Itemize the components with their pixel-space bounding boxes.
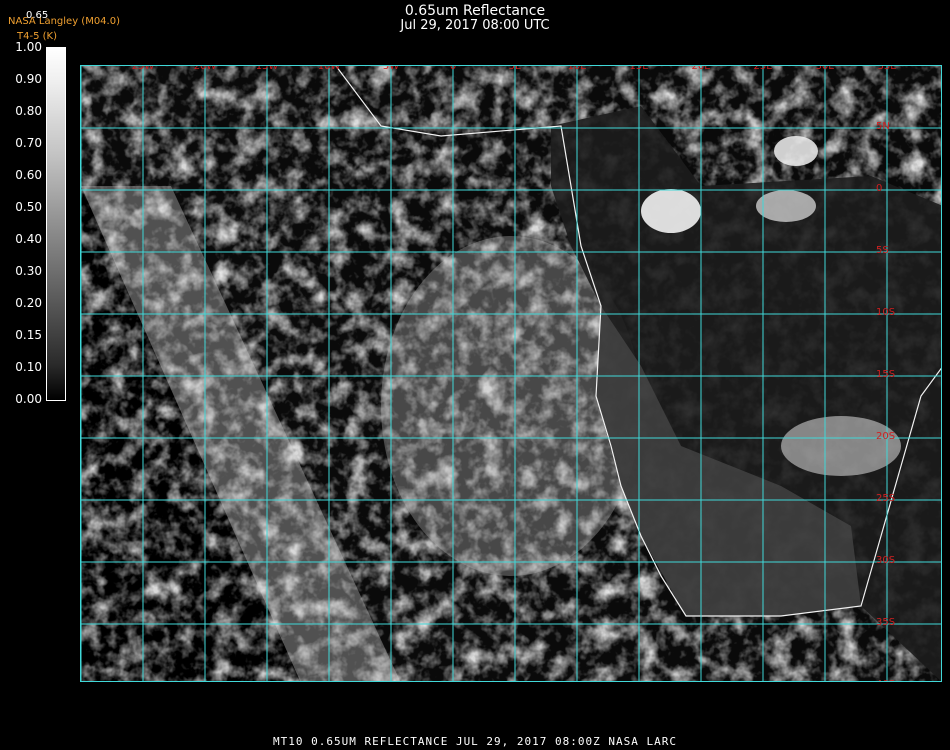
org-label: NASA Langley (M04.0) xyxy=(8,16,120,27)
colorbar-tick: 0.10 xyxy=(15,360,42,374)
colorbar-tick: 0.50 xyxy=(15,200,42,214)
longitude-label: 0 xyxy=(449,65,457,72)
longitude-label: 30E xyxy=(815,65,835,72)
longitude-label: 20W xyxy=(193,65,217,72)
longitude-label: 10E xyxy=(567,65,587,72)
colorbar-tick: 0.20 xyxy=(15,296,42,310)
map-title: 0.65um Reflectance xyxy=(404,3,546,19)
longitude-label: 5E xyxy=(508,65,522,72)
longitude-label: 25W xyxy=(131,65,155,72)
footer-caption: MT10 0.65UM REFLECTANCE JUL 29, 2017 08:… xyxy=(273,735,677,748)
colorbar-tick: 0.80 xyxy=(15,104,42,118)
colorbar-tick: 0.00 xyxy=(15,392,42,406)
longitude-label: 10W xyxy=(317,65,341,72)
colorbar-tick: 0.70 xyxy=(15,136,42,150)
colorbar-tick: 0.30 xyxy=(15,264,42,278)
latitude-label: 40S xyxy=(876,679,895,681)
longitude-label: 25E xyxy=(753,65,773,72)
colorbar-tick: 1.00 xyxy=(15,40,42,54)
value-label: 0.65 xyxy=(26,10,49,21)
latitude-label: 10S xyxy=(876,307,896,318)
colorbar-tick: 0.90 xyxy=(15,72,42,86)
latitude-label: 5S xyxy=(876,245,889,256)
satellite-map: 25W 20W 15W 10W 5W 0 5E 10E 15E 20E 25E 30E 35E 5N 0 5… xyxy=(80,65,942,682)
colorbar-tick: 0.15 xyxy=(15,328,42,342)
map-datetime: Jul 29, 2017 08:00 UTC xyxy=(400,18,550,33)
longitude-label: 15W xyxy=(255,65,279,72)
latitude-label: 30S xyxy=(876,555,896,566)
longitude-label: 20E xyxy=(691,65,711,72)
map-imagery xyxy=(81,66,941,681)
latitude-label: 5N xyxy=(876,121,890,132)
latitude-label: 20S xyxy=(876,431,896,442)
longitude-label: 15E xyxy=(629,65,649,72)
latitude-label: 35S xyxy=(876,617,896,628)
latitude-label: 15S xyxy=(876,369,896,380)
latitude-label: 0 xyxy=(876,183,883,194)
longitude-label: 35E xyxy=(877,65,897,72)
colorbar-tick: 0.60 xyxy=(15,168,42,182)
latitude-label: 25S xyxy=(876,493,896,504)
colorbar xyxy=(46,47,66,401)
colorbar-tick: 0.40 xyxy=(15,232,42,246)
longitude-label: 5W xyxy=(382,65,400,72)
